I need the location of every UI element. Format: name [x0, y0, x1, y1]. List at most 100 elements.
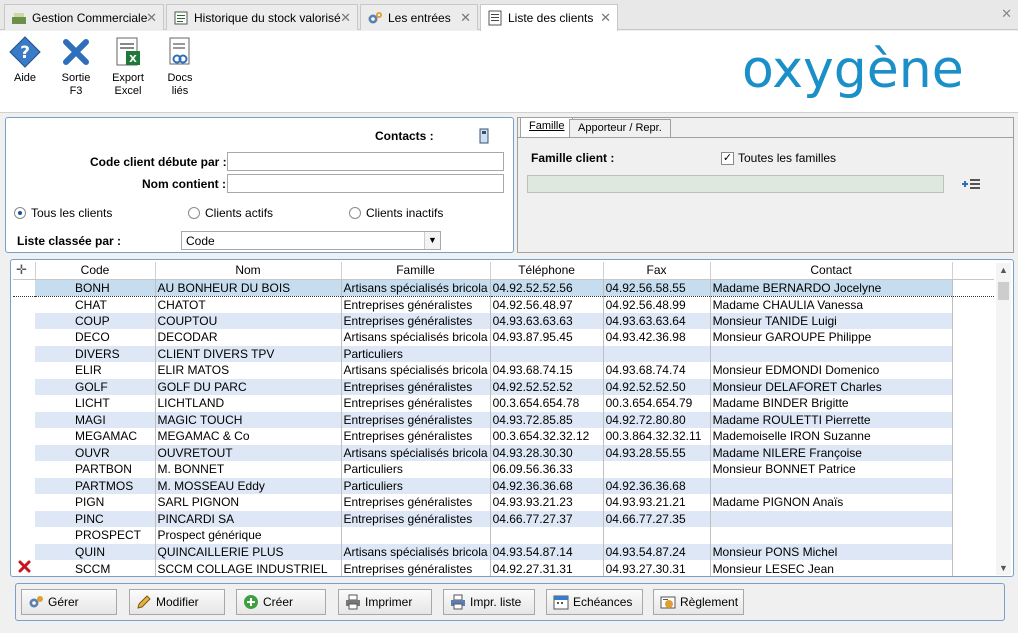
table-row[interactable]: DECO DECODAR Artisans spécialisés bricola 0…	[13, 329, 995, 346]
radio-clients-actifs[interactable]: Clients actifs	[188, 206, 273, 220]
cell-spacer	[952, 560, 995, 576]
cell-telephone: 04.92.56.48.97	[490, 296, 604, 313]
docs-lies-button[interactable]: Docs liés	[158, 35, 202, 98]
cell-code: DECO	[35, 329, 156, 346]
cell-contact: Monsieur LESEC Jean	[710, 560, 953, 576]
modifier-button[interactable]: Modifier	[129, 589, 225, 615]
cell-telephone: 04.93.68.74.15	[490, 362, 604, 379]
close-icon[interactable]: ✕	[460, 10, 471, 26]
print-list-icon	[451, 594, 465, 610]
col-header-code[interactable]: Code	[35, 262, 156, 280]
col-header-nom[interactable]: Nom	[155, 262, 342, 280]
cell-fax: 04.93.42.36.98	[603, 329, 711, 346]
cell-spacer	[952, 296, 995, 313]
col-header-contact[interactable]: Contact	[710, 262, 953, 280]
table-row[interactable]: PINC PINCARDI SA Entreprises généralistes 0…	[13, 510, 995, 527]
sortie-button[interactable]: Sortie F3	[54, 35, 98, 98]
col-header-famille[interactable]: Famille	[341, 262, 491, 280]
table-row[interactable]: OUVR OUVRETOUT Artisans spécialisés bricol…	[13, 444, 995, 461]
cell-nom: M. MOSSEAU Eddy	[155, 477, 342, 494]
cell-code: PIGN	[35, 494, 156, 511]
tab-gestion-commerciale[interactable]: Gestion Commerciale ✕	[4, 4, 164, 30]
cell-famille: Entreprises généralistes	[341, 411, 491, 428]
cell-fax: 04.93.93.21.21	[603, 494, 711, 511]
calendar-icon	[553, 595, 569, 610]
table-row[interactable]: PROSPECT Prospect générique	[13, 527, 995, 544]
row-marker	[13, 543, 35, 560]
phone-book-icon[interactable]	[478, 128, 490, 144]
table-row[interactable]: GOLF GOLF DU PARC Entreprises généralistes…	[13, 378, 995, 395]
cell-famille: Entreprises généralistes	[341, 378, 491, 395]
reglement-button[interactable]: Règlement	[653, 589, 744, 615]
scroll-thumb[interactable]	[998, 282, 1009, 300]
table-row[interactable]: BONH AU BONHEUR DU BOIS Artisans spécialis…	[13, 278, 995, 297]
row-marker	[13, 312, 35, 329]
tab-apporteur[interactable]: Apporteur / Repr.	[569, 119, 671, 137]
row-marker	[13, 444, 35, 461]
table-row[interactable]: DIVERS CLIENT DIVERS TPV Particuliers	[13, 345, 995, 362]
cell-telephone	[490, 527, 604, 544]
aide-button[interactable]: ? Aide	[3, 35, 47, 85]
radio-dot-selected	[14, 207, 26, 219]
col-header-fax[interactable]: Fax	[603, 262, 711, 280]
cell-code: OUVR	[35, 444, 156, 461]
export-label: Export Excel	[112, 72, 144, 97]
scroll-down-icon[interactable]: ▼	[996, 561, 1011, 575]
cell-code: CHAT	[35, 296, 156, 313]
tab-famille[interactable]: Famille	[520, 117, 574, 137]
radio-clients-inactifs[interactable]: Clients inactifs	[349, 206, 443, 220]
code-client-input[interactable]	[227, 152, 504, 171]
nom-contient-input[interactable]	[227, 174, 504, 193]
export-excel-button[interactable]: X Export Excel	[106, 35, 150, 98]
tab-liste-clients[interactable]: Liste des clients ✕	[480, 4, 618, 31]
close-icon[interactable]: ✕	[340, 10, 351, 26]
toutes-familles-checkbox[interactable]: ✓ Toutes les familles	[721, 151, 836, 165]
cell-fax: 04.93.27.30.31	[603, 560, 711, 576]
tab-historique-stock[interactable]: Historique du stock valorisé ✕	[166, 4, 358, 30]
cell-contact: Monsieur PONS Michel	[710, 543, 953, 560]
close-icon[interactable]: ✕	[146, 10, 157, 26]
cell-nom: AU BONHEUR DU BOIS	[155, 278, 342, 297]
scroll-up-icon[interactable]: ▲	[996, 263, 1011, 277]
creer-button[interactable]: Créer	[236, 589, 326, 615]
pencil-icon	[137, 595, 151, 609]
chevron-down-icon[interactable]: ▼	[424, 232, 440, 249]
col-header-telephone[interactable]: Téléphone	[490, 262, 604, 280]
impr-liste-button[interactable]: Impr. liste	[443, 589, 535, 615]
table-row[interactable]: SCCM SCCM COLLAGE INDUSTRIEL Entreprises g…	[13, 560, 995, 576]
row-marker	[13, 527, 35, 544]
cell-code: QUIN	[35, 543, 156, 560]
imprimer-button[interactable]: Imprimer	[338, 589, 432, 615]
cell-fax: 04.93.28.55.55	[603, 444, 711, 461]
echeances-button[interactable]: Echéances	[546, 589, 643, 615]
cell-telephone: 00.3.654.654.78	[490, 395, 604, 412]
column-chooser-icon[interactable]: ✛	[13, 262, 36, 280]
table-row[interactable]: PIGN SARL PIGNON Entreprises généralistes 0…	[13, 494, 995, 511]
add-to-list-icon[interactable]	[961, 177, 981, 191]
vertical-scrollbar[interactable]: ▲ ▼	[996, 263, 1011, 575]
cell-fax: 04.92.72.80.80	[603, 411, 711, 428]
radio-tous-clients[interactable]: Tous les clients	[14, 206, 112, 220]
table-row[interactable]: QUIN QUINCAILLERIE PLUS Artisans spécialis…	[13, 543, 995, 560]
tab-les-entrees[interactable]: Les entrées ✕	[360, 4, 478, 30]
close-icon[interactable]: ✕	[600, 10, 611, 26]
cell-famille: Particuliers	[341, 477, 491, 494]
reglement-label: Règlement	[680, 595, 739, 609]
gerer-button[interactable]: Gérer	[21, 589, 117, 615]
table-row[interactable]: COUP COUPTOU Entreprises généralistes 04.93…	[13, 312, 995, 329]
table-row[interactable]: MEGAMAC MEGAMAC & Co Entreprises généralis…	[13, 428, 995, 445]
sort-select[interactable]: Code ▼	[181, 231, 441, 250]
cell-famille: Entreprises généralistes	[341, 560, 491, 576]
table-row[interactable]: MAGI MAGIC TOUCH Entreprises généralistes 0…	[13, 411, 995, 428]
cell-famille: Artisans spécialisés bricola	[341, 278, 491, 297]
table-row[interactable]: PARTMOS M. MOSSEAU Eddy Particuliers 04.92.…	[13, 477, 995, 494]
famille-selection-field[interactable]	[527, 175, 944, 193]
checkmark-icon: ✓	[721, 151, 734, 165]
table-row[interactable]: ELIR ELIR MATOS Artisans spécialisés brico…	[13, 362, 995, 379]
cell-fax: 04.93.68.74.74	[603, 362, 711, 379]
table-row[interactable]: CHAT CHATOT Entreprises généralistes 04.92.…	[13, 296, 995, 313]
close-all-icon[interactable]: ✕	[1001, 6, 1012, 22]
table-row[interactable]: LICHT LICHTLAND Entreprises généralistes 00…	[13, 395, 995, 412]
cell-spacer	[952, 543, 995, 560]
table-row[interactable]: PARTBON M. BONNET Particuliers 06.09.56.36.…	[13, 461, 995, 478]
